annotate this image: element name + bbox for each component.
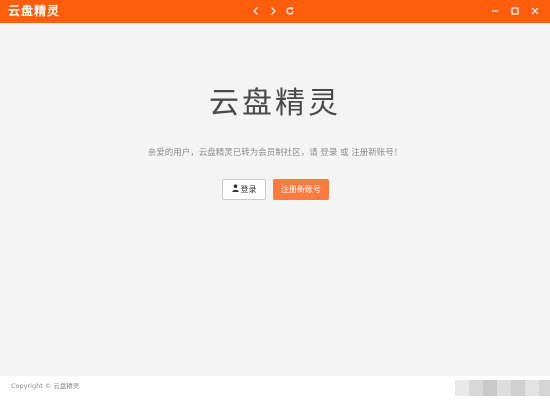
- notice-text: 亲爱的用户，云盘精灵已转为会员制社区，请 登录 或 注册新账号！: [147, 148, 403, 158]
- register-button[interactable]: 注册新账号: [273, 179, 329, 200]
- title-bar[interactable]: 云盘精灵: [0, 0, 550, 23]
- maximize-icon[interactable]: [506, 2, 524, 20]
- copyright-text: Copyright © 云盘精灵: [11, 382, 80, 390]
- blurred-watermark: [455, 380, 550, 396]
- brand-title: 云盘精灵: [209, 86, 341, 121]
- close-icon[interactable]: [526, 2, 544, 20]
- footer: Copyright © 云盘精灵: [0, 376, 550, 400]
- minimize-icon[interactable]: [486, 2, 504, 20]
- login-button[interactable]: 登录: [222, 179, 266, 200]
- refresh-icon[interactable]: [281, 2, 299, 20]
- register-label: 注册新账号: [281, 185, 321, 194]
- chevron-right-icon[interactable]: [264, 2, 282, 20]
- app-window: 云盘精灵 云盘精灵 亲爱的用户，云盘精灵已转为会员制社区，请 登录 或 注册新账…: [0, 0, 550, 400]
- login-label: 登录: [240, 185, 257, 194]
- user-icon: [231, 180, 239, 199]
- app-logo: 云盘精灵: [8, 4, 61, 18]
- chevron-left-icon[interactable]: [247, 2, 265, 20]
